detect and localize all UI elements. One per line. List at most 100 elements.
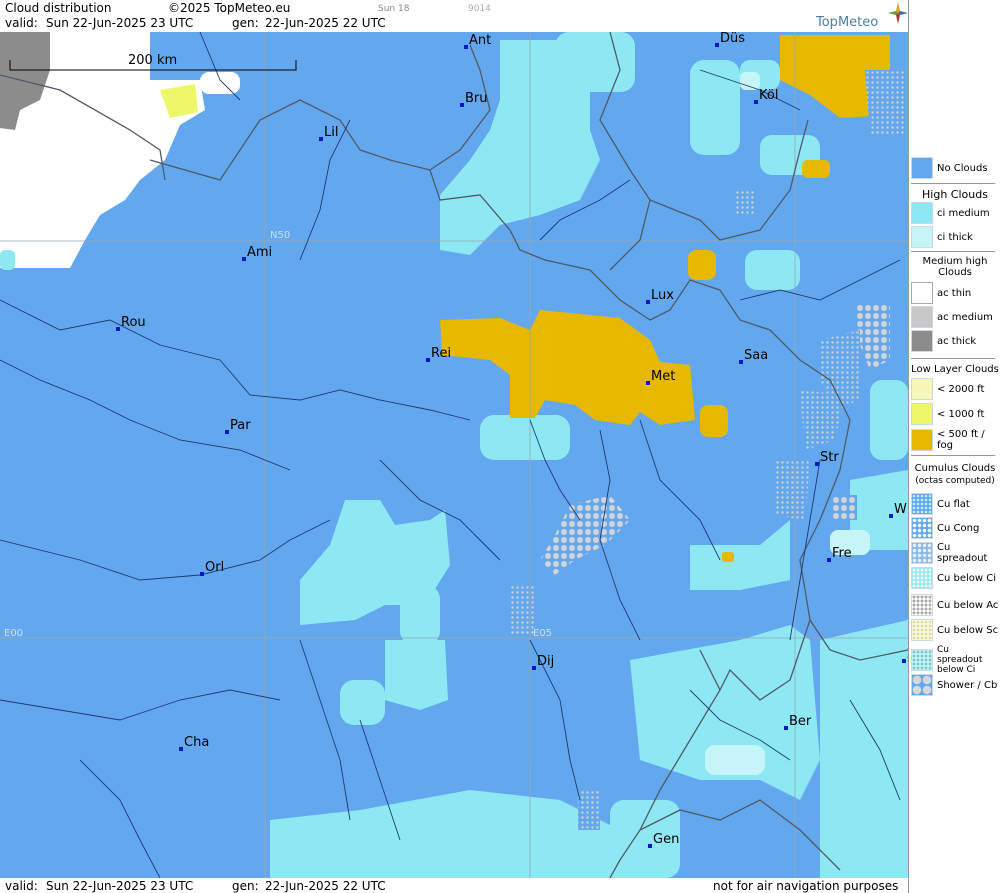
copyright: ©2025 TopMeteo.eu (168, 1, 291, 15)
legend-swatch-cu-flat (911, 493, 933, 515)
city-label: W (894, 502, 907, 517)
legend-swatch-low-1000 (911, 403, 933, 425)
legend-swatch-ci-medium (911, 202, 933, 224)
city-marker (889, 514, 893, 518)
brand-logo-text: TopMeteo (816, 15, 879, 30)
legend-label-low-2000: < 2000 ft (937, 383, 985, 395)
city-label: Gen (653, 832, 679, 847)
legend-label-low-1000: < 1000 ft (937, 408, 985, 420)
city-label: Lil (324, 125, 338, 140)
city-marker (426, 358, 430, 362)
footer-gen-label: gen: (232, 879, 259, 893)
city-label: Rou (121, 315, 146, 330)
legend-heading-medium: Medium high Clouds (922, 256, 988, 278)
city-marker (715, 43, 719, 47)
footer-valid-time: Sun 22-Jun-2025 23 UTC (46, 879, 194, 893)
city-marker (460, 103, 464, 107)
city-label: Saa (744, 348, 768, 363)
scale-label: 200 km (128, 53, 177, 68)
legend-label-cu-spreadout: Cu spreadout (937, 542, 988, 564)
city-label: Str (820, 450, 839, 465)
legend-low-500: < 500 ft / fog (911, 429, 1000, 451)
city-marker (464, 45, 468, 49)
legend-label-ac-thick: ac thick (937, 335, 977, 347)
legend-cu-below-sc: Cu below Sc (911, 619, 998, 641)
city-marker (200, 572, 204, 576)
city-marker (225, 430, 229, 434)
legend-swatch-cu-spreadout (911, 542, 933, 564)
legend-label-cu-flat: Cu flat (937, 498, 970, 510)
legend-cu-below-ac: Cu below Ac (911, 594, 998, 616)
city-label: Rei (431, 346, 451, 361)
legend-swatch-no-clouds (911, 157, 933, 179)
legend-swatch-cu-spreadout-below-ci (911, 649, 933, 671)
legend-low-1000: < 1000 ft (911, 403, 984, 425)
legend-swatch-ac-thick (911, 330, 933, 352)
legend-label-cu-below-ci: Cu below Ci (937, 572, 997, 584)
city-marker (827, 558, 831, 562)
cloud-map[interactable]: N50 E00 E05 200 km Ant Düs Bru Köl Lil A… (0, 32, 908, 878)
legend-cu-spreadout-below-ci: Cu spreadout below Ci (911, 645, 997, 675)
legend-label-cu-below-ac: Cu below Ac (937, 599, 999, 611)
city-label: Fre (832, 546, 852, 561)
city-marker (739, 360, 743, 364)
legend-ci-thick: ci thick (911, 226, 973, 248)
footer-disclaimer: not for air navigation purposes (713, 879, 899, 893)
gen-label: gen: (232, 16, 259, 30)
legend-label-cu-below-sc: Cu below Sc (937, 624, 999, 636)
city-label: Köl (759, 88, 778, 103)
legend-panel: No Clouds High Clouds ci medium ci thick… (908, 0, 1000, 893)
city-marker (754, 100, 758, 104)
legend-label-ac-thin: ac thin (937, 287, 972, 299)
city-marker (646, 300, 650, 304)
city-marker (532, 666, 536, 670)
city-marker (646, 381, 650, 385)
header-day: Sun 18 (378, 4, 410, 14)
city-marker (179, 747, 183, 751)
valid-time: Sun 22-Jun-2025 23 UTC (46, 16, 194, 30)
city-label: Bru (465, 91, 488, 106)
legend-ci-medium: ci medium (911, 202, 990, 224)
grid-label-e00: E00 (4, 628, 23, 639)
city-label: Par (230, 418, 251, 433)
footer-gen-time: 22-Jun-2025 22 UTC (265, 879, 386, 893)
city-label: Düs (720, 32, 745, 46)
legend-label-no-clouds: No Clouds (937, 162, 988, 174)
legend-swatch-low-2000 (911, 378, 933, 400)
legend-label-ci-thick: ci thick (937, 231, 973, 243)
legend-heading-high: High Clouds (922, 188, 988, 201)
legend-ac-thin: ac thin (911, 282, 971, 304)
legend-label-cu-spreadout-below-ci: Cu spreadout below Ci (937, 645, 983, 675)
city-marker (319, 137, 323, 141)
legend-swatch-shower-cb (911, 674, 933, 696)
legend-swatch-ac-thin (911, 282, 933, 304)
city-label: Cha (184, 735, 209, 750)
grid-label-n50: N50 (270, 230, 290, 241)
valid-label: valid: (5, 16, 38, 30)
city-label: Ant (469, 33, 491, 48)
city-label: Met (651, 369, 675, 384)
legend-label-cu-cong: Cu Cong (937, 522, 980, 534)
legend-no-clouds: No Clouds (911, 157, 988, 179)
city-marker (784, 726, 788, 730)
legend-cu-below-ci: Cu below Ci (911, 567, 996, 589)
gen-time: 22-Jun-2025 22 UTC (265, 16, 386, 30)
legend-swatch-cu-below-sc (911, 619, 933, 641)
legend-swatch-cu-below-ac (911, 594, 933, 616)
legend-cumulus-note: (octas computed) (915, 476, 995, 486)
legend-swatch-ac-medium (911, 306, 933, 328)
city-marker (116, 327, 120, 331)
legend-swatch-low-500 (911, 429, 933, 451)
city-marker (648, 844, 652, 848)
grid-label-e05: E05 (533, 628, 552, 639)
map-canvas: N50 E00 E05 200 km Ant DüsBru KölLilAmiL… (0, 32, 908, 878)
footer-valid-label: valid: (5, 879, 38, 893)
legend-low-2000: < 2000 ft (911, 378, 984, 400)
map-title: Cloud distribution (5, 1, 112, 15)
legend-heading-low: Low Layer Clouds (911, 364, 999, 375)
city-marker (242, 257, 246, 261)
footer: valid: Sun 22-Jun-2025 23 UTC gen: 22-Ju… (0, 878, 908, 893)
city-label: Lux (651, 288, 674, 303)
legend-cu-flat: Cu flat (911, 493, 970, 515)
legend-swatch-ci-thick (911, 226, 933, 248)
